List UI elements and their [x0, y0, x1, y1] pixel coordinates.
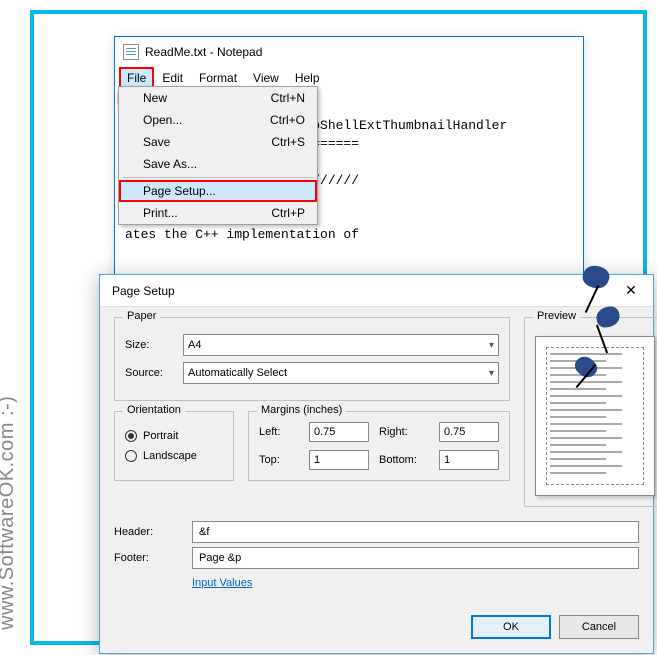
size-label: Size:: [125, 339, 175, 351]
source-select[interactable]: Automatically Select ▾: [183, 362, 499, 384]
landscape-label: Landscape: [143, 450, 197, 462]
menu-item-label: Open...: [143, 113, 182, 127]
menu-separator: [123, 177, 313, 178]
paper-legend: Paper: [123, 310, 160, 322]
size-value: A4: [188, 339, 201, 351]
menu-item-label: Page Setup...: [143, 184, 216, 198]
menu-item-pagesetup[interactable]: Page Setup...: [119, 180, 317, 202]
margins-legend: Margins (inches): [257, 404, 346, 416]
menu-item-shortcut: Ctrl+S: [271, 135, 305, 149]
menu-item-label: Save: [143, 135, 170, 149]
margin-left-label: Left:: [259, 426, 299, 438]
menu-item-open[interactable]: Open... Ctrl+O: [119, 109, 317, 131]
source-value: Automatically Select: [188, 367, 287, 379]
footer-input[interactable]: Page &p: [192, 547, 639, 569]
menu-item-print[interactable]: Print... Ctrl+P: [119, 202, 317, 224]
menu-item-label: Save As...: [143, 157, 197, 171]
orientation-legend: Orientation: [123, 404, 185, 416]
portrait-radio[interactable]: [125, 430, 137, 442]
margin-right-label: Right:: [379, 426, 429, 438]
notepad-icon: [123, 44, 139, 60]
margins-fieldset: Margins (inches) Left: 0.75 Right: 0.75 …: [248, 411, 510, 481]
file-menu-dropdown: New Ctrl+N Open... Ctrl+O Save Ctrl+S Sa…: [118, 86, 318, 225]
chevron-down-icon: ▾: [489, 368, 494, 379]
menu-item-label: Print...: [143, 206, 178, 220]
size-select[interactable]: A4 ▾: [183, 334, 499, 356]
menu-item-shortcut: Ctrl+O: [270, 113, 305, 127]
portrait-radio-row[interactable]: Portrait: [125, 430, 223, 442]
screenshot-frame: ReadMe.txt - Notepad File Edit Format Vi…: [30, 10, 647, 645]
margin-left-input[interactable]: 0.75: [309, 422, 369, 442]
landscape-radio-row[interactable]: Landscape: [125, 450, 223, 462]
notepad-title-text: ReadMe.txt - Notepad: [145, 45, 262, 59]
landscape-radio[interactable]: [125, 450, 137, 462]
menu-item-shortcut: Ctrl+P: [271, 206, 305, 220]
margin-top-input[interactable]: 1: [309, 450, 369, 470]
ok-button[interactable]: OK: [471, 615, 551, 639]
portrait-label: Portrait: [143, 430, 178, 442]
cancel-button[interactable]: Cancel: [559, 615, 639, 639]
margin-top-label: Top:: [259, 454, 299, 466]
margin-bottom-label: Bottom:: [379, 454, 429, 466]
source-label: Source:: [125, 367, 175, 379]
menu-item-saveas[interactable]: Save As...: [119, 153, 317, 175]
menu-item-new[interactable]: New Ctrl+N: [119, 87, 317, 109]
chevron-down-icon: ▾: [489, 340, 494, 351]
margin-bottom-input[interactable]: 1: [439, 450, 499, 470]
dialog-title-text: Page Setup: [112, 284, 175, 298]
menu-item-save[interactable]: Save Ctrl+S: [119, 131, 317, 153]
paper-fieldset: Paper Size: A4 ▾ Source: Automatically S: [114, 317, 510, 401]
header-label: Header:: [114, 526, 184, 538]
watermark-text: www.SoftwareOK.com :-): [0, 396, 19, 630]
orientation-fieldset: Orientation Portrait Landscape: [114, 411, 234, 481]
menu-item-label: New: [143, 91, 167, 105]
notepad-titlebar: ReadMe.txt - Notepad: [115, 37, 583, 67]
margin-right-input[interactable]: 0.75: [439, 422, 499, 442]
decorative-figures: [565, 266, 625, 386]
footer-label: Footer:: [114, 552, 184, 564]
header-input[interactable]: &f: [192, 521, 639, 543]
menu-item-shortcut: Ctrl+N: [271, 91, 305, 105]
input-values-link[interactable]: Input Values: [192, 577, 252, 589]
